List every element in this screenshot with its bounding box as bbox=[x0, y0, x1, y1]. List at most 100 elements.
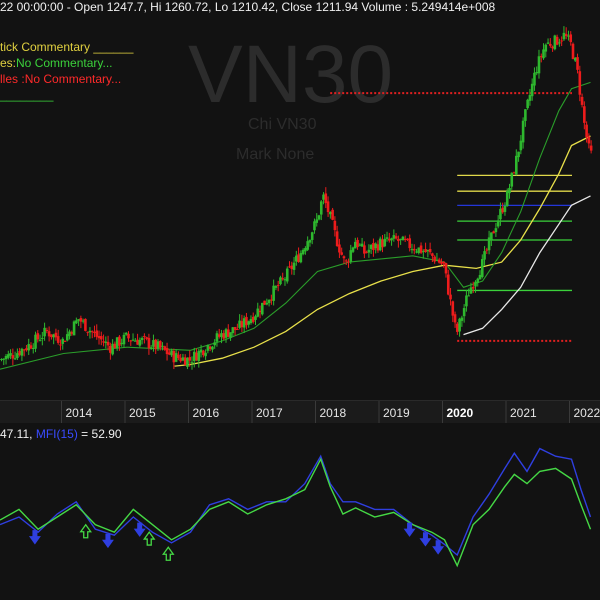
candle-body bbox=[385, 237, 389, 239]
buy-arrow-icon-1 bbox=[142, 530, 156, 546]
time-axis[interactable]: 2014 2015 2016 2017 2018 2019 2020 2021 2022 bbox=[0, 400, 600, 424]
tick-label-2016: 2016 bbox=[193, 406, 220, 420]
candle-body bbox=[179, 357, 182, 362]
candle-body bbox=[403, 238, 407, 240]
buy-arrow-icon-0 bbox=[79, 523, 92, 539]
candle-body bbox=[399, 238, 402, 240]
candle-body bbox=[388, 238, 391, 241]
candle-body bbox=[233, 327, 237, 330]
candle-body bbox=[290, 265, 294, 269]
candle-body bbox=[2, 358, 6, 360]
time-axis-ticks: 2014 2015 2016 2017 2018 2019 2020 2021 2022 bbox=[61, 401, 600, 423]
candle-body bbox=[4, 355, 8, 360]
tick-label-2021: 2021 bbox=[510, 406, 537, 420]
candle-body bbox=[213, 342, 216, 346]
candle-body bbox=[90, 331, 94, 333]
candle-body bbox=[299, 253, 303, 263]
candle-body bbox=[109, 345, 112, 353]
tick-label-2014: 2014 bbox=[66, 406, 93, 420]
candle-body bbox=[168, 352, 171, 355]
fibonacci-title: lles : bbox=[0, 72, 25, 86]
candle-body bbox=[224, 329, 228, 338]
candle-body bbox=[519, 140, 523, 151]
rsi-line bbox=[0, 457, 592, 568]
candle-body bbox=[315, 219, 319, 223]
candle-body bbox=[231, 327, 235, 334]
buy-arrow-icon-2 bbox=[162, 546, 175, 561]
candle-body bbox=[496, 220, 500, 227]
candle-body bbox=[190, 362, 194, 364]
candle-body bbox=[75, 320, 78, 324]
candle-body bbox=[295, 255, 298, 262]
candle-body bbox=[36, 333, 40, 340]
candle-body bbox=[265, 302, 269, 305]
candle-body bbox=[324, 193, 328, 204]
candle-body bbox=[263, 300, 266, 305]
indicator-chart bbox=[0, 447, 592, 568]
candle-body bbox=[34, 334, 37, 349]
candle-body bbox=[444, 262, 448, 274]
candle-body bbox=[285, 268, 289, 282]
tick-label-2020: 2020 bbox=[447, 406, 474, 420]
candle-body bbox=[415, 251, 418, 253]
candle-body bbox=[276, 284, 280, 286]
candle-body bbox=[192, 351, 196, 362]
candle-body bbox=[344, 260, 348, 262]
candle-body bbox=[576, 57, 579, 70]
candle-body bbox=[52, 334, 55, 338]
moving-averages-label[interactable]: es:No Commentary... bbox=[0, 56, 112, 70]
candle-body bbox=[272, 285, 275, 301]
candle-body bbox=[163, 346, 167, 350]
candle-body bbox=[99, 336, 103, 340]
candle-body bbox=[95, 330, 99, 337]
candle-body bbox=[172, 351, 176, 363]
candle-body bbox=[9, 353, 12, 356]
fibonacci-label[interactable]: lles :No Commentary... bbox=[0, 72, 121, 86]
candle-body bbox=[533, 72, 536, 86]
candle-body bbox=[460, 317, 464, 321]
candle-body bbox=[451, 301, 455, 316]
candle-body bbox=[422, 251, 425, 253]
rsi-readout: 47.11, bbox=[0, 427, 33, 441]
candle-body bbox=[510, 172, 514, 187]
price-panel[interactable]: VN30 Chi VN30 Mark None 22 00:00:00 - Op… bbox=[0, 0, 600, 400]
candle-body bbox=[20, 348, 24, 356]
candle-body bbox=[27, 344, 31, 351]
candle-body bbox=[211, 346, 214, 350]
candle-body bbox=[449, 294, 452, 300]
sell-arrow-icon-1 bbox=[101, 533, 114, 549]
candle-body bbox=[313, 221, 316, 231]
candle-body bbox=[43, 327, 46, 337]
candle-body bbox=[564, 34, 568, 36]
candle-body bbox=[143, 335, 146, 337]
candle-body bbox=[530, 83, 534, 97]
candle-body bbox=[127, 333, 130, 339]
candle-body bbox=[31, 347, 35, 350]
candle-body bbox=[70, 332, 74, 334]
candle-body bbox=[428, 248, 432, 253]
candle-body bbox=[419, 245, 423, 253]
candle-body bbox=[335, 231, 339, 247]
candle-body bbox=[555, 36, 559, 45]
candle-body bbox=[383, 238, 387, 247]
header-rule: ________ bbox=[0, 88, 54, 102]
indicator-panel[interactable]: 47.11, MFI(15) = 52.90 bbox=[0, 423, 600, 600]
candle-body bbox=[483, 251, 486, 260]
candle-body bbox=[88, 330, 92, 333]
candle-body bbox=[471, 287, 475, 289]
candle-body bbox=[181, 357, 185, 361]
candle-body bbox=[551, 46, 554, 49]
candle-body bbox=[560, 40, 563, 42]
candle-body bbox=[183, 357, 187, 366]
candle-body bbox=[204, 352, 207, 357]
candle-body bbox=[524, 109, 527, 121]
candle-body bbox=[251, 316, 255, 322]
candle-body bbox=[217, 334, 221, 337]
candle-body bbox=[537, 56, 541, 74]
candle-body bbox=[129, 340, 133, 342]
candle-body bbox=[369, 244, 373, 249]
candle-body bbox=[104, 341, 108, 344]
candlestick-commentary-label[interactable]: tick Commentary ______ bbox=[0, 40, 133, 54]
candle-body bbox=[41, 337, 44, 339]
candle-body bbox=[72, 321, 76, 336]
